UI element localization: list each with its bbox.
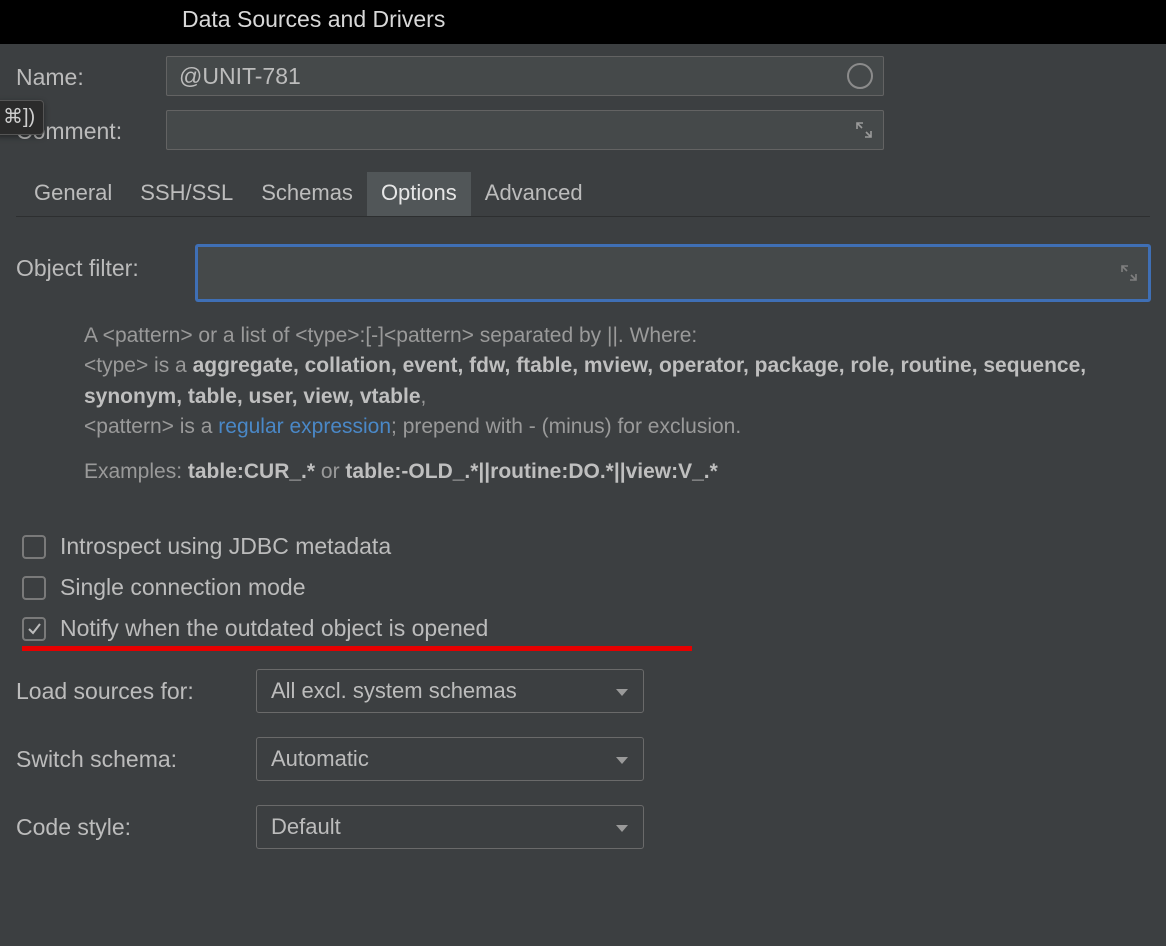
switch-schema-select[interactable]: Automatic [256,737,644,781]
expand-icon[interactable] [1120,264,1138,282]
chevron-down-icon [615,814,629,840]
load-sources-label: Load sources for: [16,678,256,705]
introspect-jdbc-label: Introspect using JDBC metadata [60,533,391,560]
regex-link[interactable]: regular expression [218,415,391,438]
tab-bar: General SSH/SSL Schemas Options Advanced [16,172,1150,217]
object-filter-input[interactable] [196,245,1150,301]
tab-schemas[interactable]: Schemas [247,172,367,216]
object-filter-label: Object filter: [16,245,196,301]
help-line2: <type> is a aggregate, collation, event,… [84,351,1144,412]
window-title: Data Sources and Drivers [0,0,1166,44]
highlight-underline [22,646,692,651]
object-filter-help: A <pattern> or a list of <type>:[-]<patt… [84,321,1144,487]
single-connection-label: Single connection mode [60,574,306,601]
help-line1: A <pattern> or a list of <type>:[-]<patt… [84,321,1144,351]
expand-icon[interactable] [855,121,873,139]
name-label: Name: [16,62,166,91]
load-sources-select[interactable]: All excl. system schemas [256,669,644,713]
load-sources-value: All excl. system schemas [271,678,517,704]
single-connection-checkbox[interactable] [22,576,46,600]
shortcut-hint-badge: ⌘]) [0,100,44,135]
name-value: @UNIT-781 [179,63,301,90]
code-style-value: Default [271,814,341,840]
help-line3: <pattern> is a regular expression; prepe… [84,412,1144,442]
color-circle-icon[interactable] [847,63,873,89]
notify-outdated-label: Notify when the outdated object is opene… [60,615,488,642]
notify-outdated-checkbox[interactable] [22,617,46,641]
code-style-label: Code style: [16,814,256,841]
help-examples: Examples: table:CUR_.* or table:-OLD_.*|… [84,457,1144,487]
tab-sshssl[interactable]: SSH/SSL [126,172,247,216]
comment-input[interactable] [166,110,884,150]
tab-general[interactable]: General [20,172,126,216]
switch-schema-value: Automatic [271,746,369,772]
tab-options[interactable]: Options [367,172,471,216]
chevron-down-icon [615,678,629,704]
introspect-jdbc-checkbox[interactable] [22,535,46,559]
tab-advanced[interactable]: Advanced [471,172,597,216]
name-input[interactable]: @UNIT-781 [166,56,884,96]
code-style-select[interactable]: Default [256,805,644,849]
chevron-down-icon [615,746,629,772]
switch-schema-label: Switch schema: [16,746,256,773]
